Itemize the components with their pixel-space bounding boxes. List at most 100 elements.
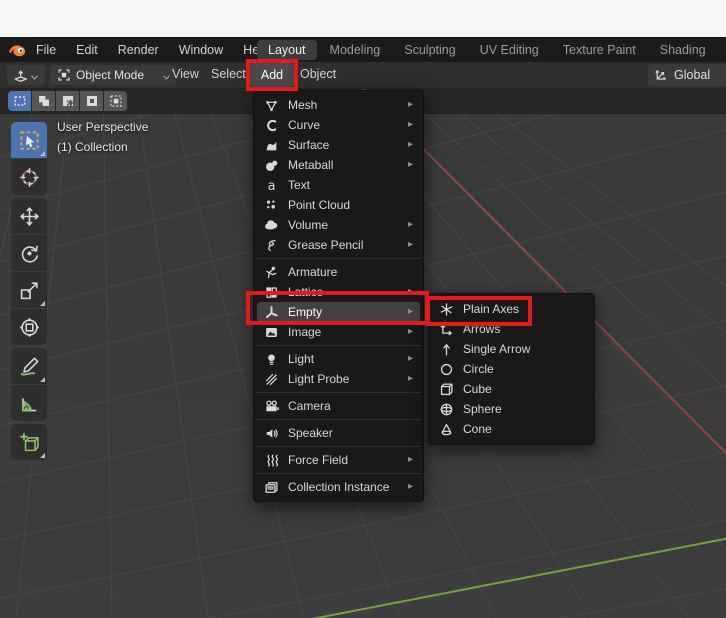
tab-anim[interactable]: Anim: [719, 40, 726, 60]
add-menu-item-lattice[interactable]: Lattice: [257, 282, 420, 302]
empty-submenu-item-label: Cube: [463, 382, 492, 396]
add-menu-item-label: Collection Instance: [288, 480, 389, 494]
empty-submenu-item-plain-axes[interactable]: Plain Axes: [432, 299, 591, 319]
tool-cursor[interactable]: [11, 159, 47, 195]
menu-object[interactable]: Object: [300, 67, 336, 81]
add-menu-item-curve[interactable]: Curve: [257, 115, 420, 135]
empty-submenu-item-label: Arrows: [463, 322, 500, 336]
menu-separator: [254, 416, 423, 423]
add-menu-item-metaball[interactable]: Metaball: [257, 155, 420, 175]
cone-icon: [439, 422, 454, 437]
menu-separator: [254, 443, 423, 450]
annotate-icon: [19, 356, 40, 377]
window-top-strip: [0, 0, 726, 38]
add-menu-item-light[interactable]: Light: [257, 349, 420, 369]
add-menu-item-label: Metaball: [288, 158, 333, 172]
chevron-down-icon: [161, 70, 172, 81]
empty-submenu-item-label: Cone: [463, 422, 492, 436]
add-menu-item-label: Image: [288, 325, 321, 339]
tool-group-1: [11, 198, 47, 345]
add-menu-item-speaker[interactable]: Speaker: [257, 423, 420, 443]
mode-selector[interactable]: Object Mode: [50, 65, 176, 85]
add-menu-item-label: Speaker: [288, 426, 333, 440]
add-menu-item-label: Volume: [288, 218, 328, 232]
tool-select-box[interactable]: [11, 122, 47, 158]
editor-type-selector[interactable]: [7, 65, 45, 85]
select-mode-set[interactable]: [8, 91, 31, 111]
add-cube-icon: [19, 432, 40, 453]
add-menu-button[interactable]: Add: [250, 63, 294, 87]
add-menu-item-point-cloud[interactable]: Point Cloud: [257, 195, 420, 215]
menu-select[interactable]: Select: [211, 67, 246, 81]
select-mode-intersect[interactable]: [104, 91, 127, 111]
add-menu-button-label: Add: [261, 68, 283, 82]
tab-modeling[interactable]: Modeling: [319, 40, 392, 60]
empty-submenu-item-label: Single Arrow: [463, 342, 530, 356]
tool-annotate[interactable]: [11, 348, 47, 384]
transform-orientation-dropdown[interactable]: Global: [648, 64, 726, 86]
speaker-icon: [264, 426, 279, 441]
submenu-arrow-icon: [408, 307, 413, 317]
text-icon: a: [264, 178, 279, 193]
menu-separator: [254, 470, 423, 477]
topbar-menu-render[interactable]: Render: [108, 43, 169, 57]
add-menu-item-image[interactable]: Image: [257, 322, 420, 342]
add-menu-item-text[interactable]: aText: [257, 175, 420, 195]
tab-texture-paint[interactable]: Texture Paint: [552, 40, 647, 60]
tool-measure[interactable]: [11, 385, 47, 421]
empty-submenu-item-cube[interactable]: Cube: [432, 379, 591, 399]
blender-logo-icon[interactable]: [8, 41, 26, 59]
select-mode-subtract[interactable]: [56, 91, 79, 111]
tool-move[interactable]: [11, 198, 47, 234]
add-menu-item-label: Empty: [288, 305, 322, 319]
tab-sculpting[interactable]: Sculpting: [393, 40, 466, 60]
add-menu-item-collection-instance[interactable]: Collection Instance: [257, 477, 420, 497]
menu-separator-line: [256, 392, 421, 393]
blender-window: { "topbar": { "logo_icon": "blender-logo…: [0, 0, 726, 618]
menu-separator-line: [256, 446, 421, 447]
empty-submenu-item-arrows[interactable]: Arrows: [432, 319, 591, 339]
tool-group-3: [11, 424, 47, 460]
add-menu-item-mesh[interactable]: Mesh: [257, 95, 420, 115]
tool-scale[interactable]: [11, 272, 47, 308]
tool-add-cube[interactable]: [11, 424, 47, 460]
tool-rotate[interactable]: [11, 235, 47, 271]
add-menu-item-empty[interactable]: Empty: [257, 302, 420, 322]
topbar-menu-window[interactable]: Window: [169, 43, 233, 57]
add-menu-item-light-probe[interactable]: Light Probe: [257, 369, 420, 389]
chevron-down-icon: [29, 70, 40, 81]
empty-submenu-item-circle[interactable]: Circle: [432, 359, 591, 379]
tool-transform[interactable]: [11, 309, 47, 345]
add-menu-item-volume[interactable]: Volume: [257, 215, 420, 235]
menu-view[interactable]: View: [172, 67, 199, 81]
add-menu-item-label: Lattice: [288, 285, 323, 299]
add-menu-item-label: Camera: [288, 399, 331, 413]
empty-submenu-item-label: Plain Axes: [463, 302, 519, 316]
add-menu-item-armature[interactable]: Armature: [257, 262, 420, 282]
select-mode-invert[interactable]: [80, 91, 103, 111]
empty-submenu-item-cone[interactable]: Cone: [432, 419, 591, 439]
select-mode-intersect-icon: [109, 94, 123, 108]
submenu-arrow-icon: [408, 287, 413, 297]
add-menu-item-grease-pencil[interactable]: Grease Pencil: [257, 235, 420, 255]
add-menu-item-surface[interactable]: Surface: [257, 135, 420, 155]
add-menu-item-camera[interactable]: Camera: [257, 396, 420, 416]
force-field-icon: [264, 453, 279, 468]
tab-layout[interactable]: Layout: [257, 40, 317, 60]
grease-pencil-icon: [264, 238, 279, 253]
select-mode-extend[interactable]: [32, 91, 55, 111]
light-icon: [264, 352, 279, 367]
orientation-label: Global: [674, 68, 710, 82]
add-menu-item-force-field[interactable]: Force Field: [257, 450, 420, 470]
empty-submenu-item-single-arrow[interactable]: Single Arrow: [432, 339, 591, 359]
submenu-arrow-icon: [408, 374, 413, 384]
empty-submenu-item-sphere[interactable]: Sphere: [432, 399, 591, 419]
tab-uv-editing[interactable]: UV Editing: [469, 40, 550, 60]
cube-icon: [439, 382, 454, 397]
mesh-icon: [264, 98, 279, 113]
topbar-menu-edit[interactable]: Edit: [66, 43, 108, 57]
submenu-arrow-icon: [408, 100, 413, 110]
tab-shading[interactable]: Shading: [649, 40, 717, 60]
select-mode-subtract-icon: [61, 94, 75, 108]
topbar-menu-file[interactable]: File: [26, 43, 66, 57]
